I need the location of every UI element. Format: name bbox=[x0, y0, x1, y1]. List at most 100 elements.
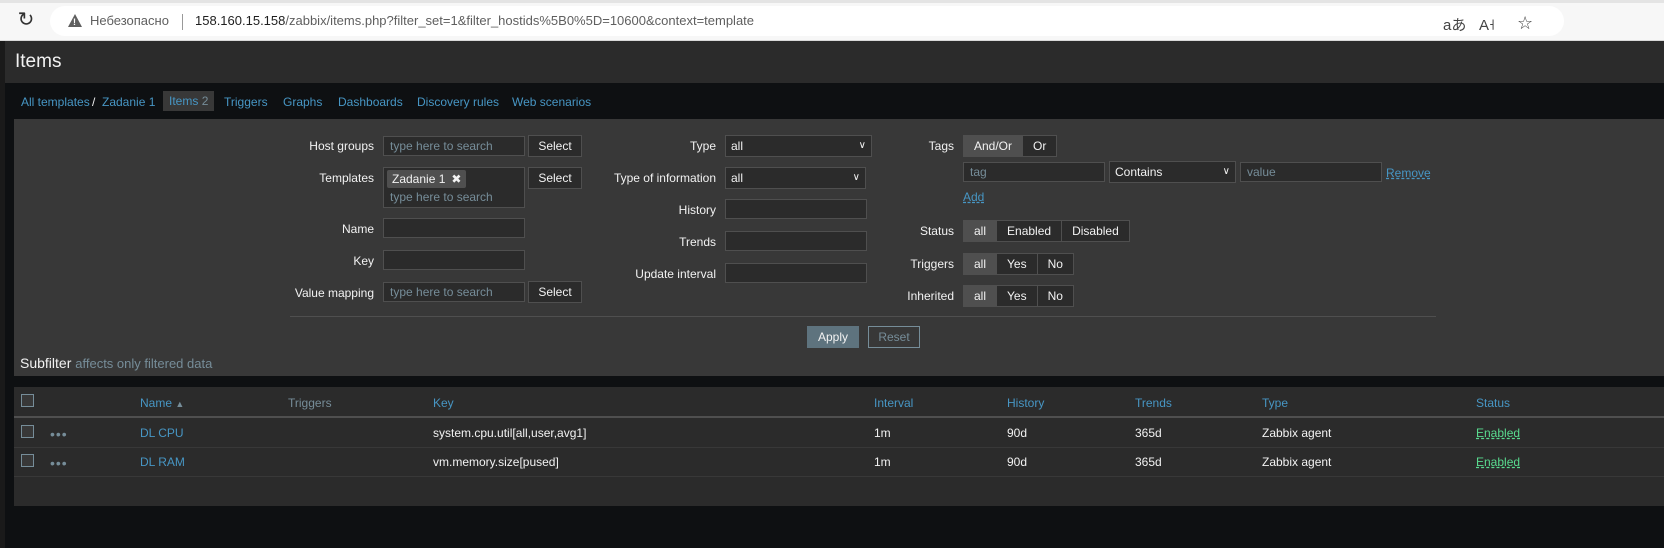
items-table: Name ▲ Triggers Key Interval History Tre… bbox=[14, 387, 1664, 506]
key-input[interactable] bbox=[383, 250, 525, 270]
page-header: Items bbox=[5, 41, 1664, 83]
url-text[interactable]: 158.160.15.158/zabbix/items.php?filter_s… bbox=[195, 13, 754, 28]
url-path: /zabbix/items.php?filter_set=1&filter_ho… bbox=[285, 13, 755, 28]
tags-or-option[interactable]: Or bbox=[1023, 136, 1056, 156]
tag-name-input[interactable]: tag bbox=[963, 162, 1105, 182]
value-mapping-select-button[interactable]: Select bbox=[528, 281, 582, 303]
value-mapping-input[interactable]: type here to search bbox=[383, 282, 525, 302]
tab-dashboards[interactable]: Dashboards bbox=[338, 95, 403, 109]
status-disabled-option[interactable]: Disabled bbox=[1062, 221, 1129, 241]
column-trends-header[interactable]: Trends bbox=[1135, 396, 1172, 410]
tag-value-input[interactable]: value bbox=[1240, 162, 1382, 182]
type-of-information-dropdown[interactable]: all ∨ bbox=[725, 167, 866, 189]
item-history: 90d bbox=[1007, 426, 1028, 440]
item-interval: 1m bbox=[874, 455, 891, 469]
templates-multiselect[interactable]: Zadanie 1 ✖ type here to search bbox=[383, 167, 525, 208]
chevron-down-icon: ∨ bbox=[858, 140, 866, 151]
url-host: 158.160.15.158 bbox=[195, 13, 286, 28]
tags-evaltype-toggle[interactable]: And/Or Or bbox=[963, 135, 1058, 157]
remove-tag-link[interactable]: Remove bbox=[1386, 166, 1431, 180]
update-interval-label: Update interval bbox=[635, 267, 716, 281]
column-type-header[interactable]: Type bbox=[1262, 396, 1288, 410]
column-interval-header[interactable]: Interval bbox=[874, 396, 913, 410]
type-of-information-value: all bbox=[731, 171, 744, 185]
triggers-toggle[interactable]: all Yes No bbox=[963, 253, 1074, 275]
triggers-all-option[interactable]: all bbox=[964, 254, 998, 274]
reload-icon[interactable]: ↻ bbox=[16, 10, 36, 30]
tab-items[interactable]: Items 2 bbox=[163, 91, 215, 111]
tab-web-scenarios[interactable]: Web scenarios bbox=[512, 95, 591, 109]
item-name-link[interactable]: DL CPU bbox=[140, 426, 184, 440]
breadcrumb-separator: / bbox=[92, 95, 96, 109]
inherited-toggle[interactable]: all Yes No bbox=[963, 285, 1074, 307]
triggers-no-option[interactable]: No bbox=[1038, 254, 1073, 274]
column-key-header[interactable]: Key bbox=[433, 396, 454, 410]
trends-input[interactable] bbox=[725, 231, 867, 251]
host-groups-input[interactable]: type here to search bbox=[383, 136, 525, 156]
reset-button[interactable]: Reset bbox=[868, 326, 920, 348]
history-input[interactable] bbox=[725, 199, 867, 219]
type-value: all bbox=[731, 139, 744, 153]
browser-toolbar: ↻ ! Небезопасно 158.160.15.158/zabbix/it… bbox=[0, 0, 1664, 41]
insecure-label[interactable]: Небезопасно bbox=[90, 13, 169, 28]
templates-search-input[interactable]: type here to search bbox=[390, 190, 493, 204]
tab-strip bbox=[0, 0, 1664, 3]
tags-andor-option[interactable]: And/Or bbox=[964, 136, 1024, 156]
column-history-header[interactable]: History bbox=[1007, 396, 1044, 410]
item-trends: 365d bbox=[1135, 426, 1162, 440]
inherited-label: Inherited bbox=[907, 289, 954, 303]
host-groups-label: Host groups bbox=[309, 139, 374, 153]
subfilter-title: Subfilter bbox=[20, 355, 72, 371]
status-all-option[interactable]: all bbox=[964, 221, 998, 241]
row-checkbox[interactable] bbox=[21, 425, 34, 438]
inherited-all-option[interactable]: all bbox=[964, 286, 998, 306]
column-name-label: Name bbox=[140, 396, 173, 410]
more-actions-icon[interactable]: ••• bbox=[50, 456, 68, 470]
read-aloud-icon[interactable]: A˧ bbox=[1479, 18, 1495, 34]
tab-graphs[interactable]: Graphs bbox=[283, 95, 322, 109]
chevron-down-icon: ∨ bbox=[1222, 166, 1230, 177]
item-interval: 1m bbox=[874, 426, 891, 440]
subfilter-note: affects only filtered data bbox=[75, 356, 213, 371]
key-label: Key bbox=[353, 254, 374, 268]
item-trends: 365d bbox=[1135, 455, 1162, 469]
breadcrumb-template[interactable]: Zadanie 1 bbox=[102, 95, 155, 109]
address-bar[interactable]: ! Небезопасно 158.160.15.158/zabbix/item… bbox=[50, 6, 1564, 36]
chevron-down-icon: ∨ bbox=[852, 172, 860, 183]
item-status-toggle[interactable]: Enabled bbox=[1476, 455, 1520, 469]
inherited-yes-option[interactable]: Yes bbox=[997, 286, 1038, 306]
filter-divider bbox=[290, 316, 1436, 317]
column-name-header[interactable]: Name ▲ bbox=[140, 396, 184, 410]
inherited-no-option[interactable]: No bbox=[1038, 286, 1073, 306]
select-all-checkbox[interactable] bbox=[21, 394, 34, 407]
status-toggle[interactable]: all Enabled Disabled bbox=[963, 220, 1130, 242]
item-name-link[interactable]: DL RAM bbox=[140, 455, 185, 469]
sort-ascending-icon: ▲ bbox=[175, 399, 185, 409]
item-status-toggle[interactable]: Enabled bbox=[1476, 426, 1520, 440]
item-key: system.cpu.util[all,user,avg1] bbox=[433, 426, 587, 440]
status-enabled-option[interactable]: Enabled bbox=[997, 221, 1063, 241]
triggers-yes-option[interactable]: Yes bbox=[997, 254, 1038, 274]
item-key: vm.memory.size[pused] bbox=[433, 455, 559, 469]
tab-triggers[interactable]: Triggers bbox=[224, 95, 268, 109]
tag-operator-dropdown[interactable]: Contains ∨ bbox=[1109, 161, 1236, 183]
tag-operator-value: Contains bbox=[1115, 165, 1163, 179]
breadcrumb-all-templates[interactable]: All templates bbox=[21, 95, 90, 109]
update-interval-input[interactable] bbox=[725, 263, 867, 283]
translate-icon[interactable]: aあ bbox=[1443, 18, 1466, 34]
templates-label: Templates bbox=[319, 171, 374, 185]
favorite-star-icon[interactable]: ☆ bbox=[1517, 14, 1533, 32]
name-label: Name bbox=[341, 222, 374, 236]
item-type: Zabbix agent bbox=[1262, 455, 1332, 469]
type-dropdown[interactable]: all ∨ bbox=[725, 135, 872, 157]
column-status-header[interactable]: Status bbox=[1476, 396, 1510, 410]
more-actions-icon[interactable]: ••• bbox=[50, 427, 68, 441]
tab-discovery-rules[interactable]: Discovery rules bbox=[417, 95, 499, 109]
item-type: Zabbix agent bbox=[1262, 426, 1332, 440]
add-tag-link[interactable]: Add bbox=[963, 190, 984, 204]
close-icon[interactable]: ✖ bbox=[451, 172, 461, 186]
name-input[interactable] bbox=[383, 218, 525, 238]
apply-button[interactable]: Apply bbox=[807, 326, 859, 348]
template-chip[interactable]: Zadanie 1 ✖ bbox=[387, 170, 467, 188]
row-checkbox[interactable] bbox=[21, 454, 34, 467]
